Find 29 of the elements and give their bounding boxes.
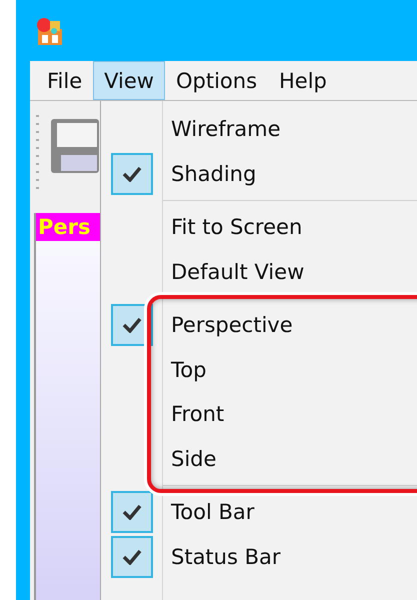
menu-item[interactable]: Wireframe (101, 107, 417, 152)
viewport-label: Pers (36, 213, 100, 241)
menu-item[interactable]: Top (101, 348, 417, 392)
menu-item[interactable]: Default View (101, 250, 417, 294)
menu-title[interactable]: View (93, 61, 165, 100)
menu-item[interactable]: Shading (101, 152, 417, 196)
check-icon (122, 317, 142, 334)
check-icon (122, 504, 142, 520)
check-icon (122, 548, 142, 565)
menu-item-label: Status Bar (170, 544, 281, 569)
menu-item-label: Shading (170, 162, 256, 186)
menu-title[interactable]: Options (164, 61, 268, 100)
menu-item[interactable]: Tool Bar (101, 490, 417, 534)
menu-item[interactable]: Fit to Screen (101, 205, 417, 250)
menu-item-label: Wireframe (170, 117, 281, 142)
menu-item[interactable]: Status Bar (101, 534, 417, 579)
menu-item-label: Default View (170, 260, 304, 284)
menu-item-label: Fit to Screen (170, 215, 302, 240)
check-icon (122, 166, 142, 182)
menu-item-label: Perspective (170, 313, 293, 338)
menu-item-label: Tool Bar (170, 500, 254, 524)
menu-title[interactable]: File (36, 61, 94, 100)
menu-item[interactable]: Side (101, 436, 417, 481)
menu-item-label: Front (170, 402, 224, 426)
menu-item-label: Top (170, 358, 206, 382)
menu-title[interactable]: Help (268, 61, 338, 100)
menu-item[interactable]: Perspective (101, 303, 417, 348)
menu-item[interactable]: Front (101, 392, 417, 436)
menu-item-label: Side (170, 446, 216, 471)
